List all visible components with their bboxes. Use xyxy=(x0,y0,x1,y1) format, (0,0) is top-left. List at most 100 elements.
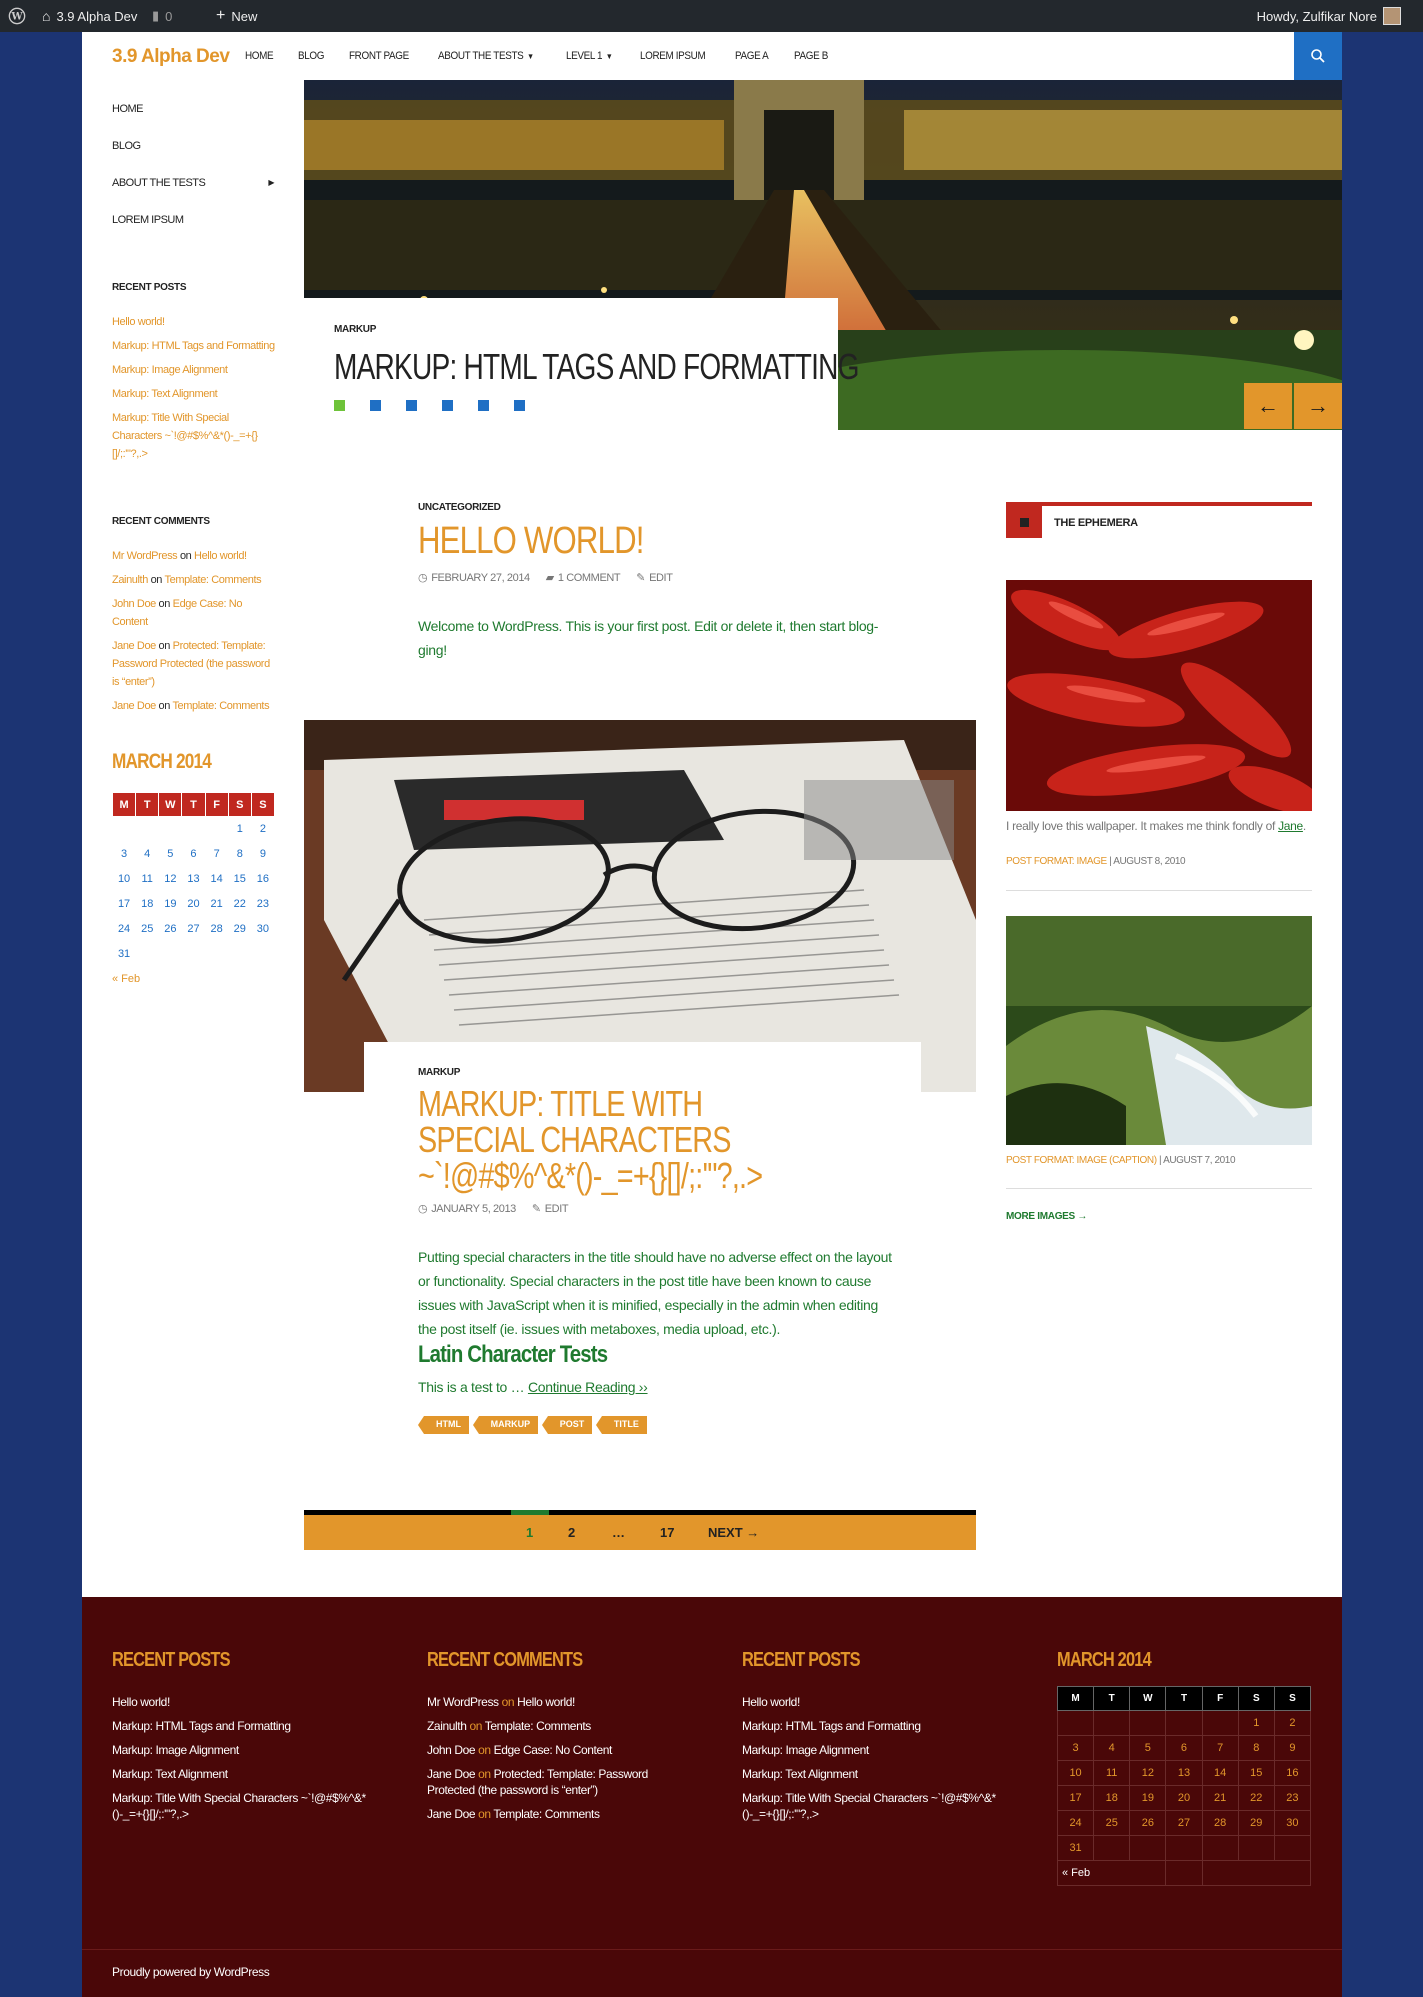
footer-post-link[interactable]: Markup: Image Alignment xyxy=(112,1742,372,1758)
post-edit-link[interactable]: EDIT xyxy=(545,1203,569,1215)
comment-post-link[interactable]: Template: Comments xyxy=(485,1719,592,1733)
nav-blog[interactable]: BLOG xyxy=(298,50,324,62)
comment-author[interactable]: Jane Doe xyxy=(112,700,156,712)
post-edit-link[interactable]: EDIT xyxy=(649,572,673,584)
comment-post-link[interactable]: Template: Comments xyxy=(493,1807,600,1821)
featured-title[interactable]: MARKUP: HTML TAGS AND FORMATTING xyxy=(334,346,860,388)
slider-next-button[interactable]: → xyxy=(1294,383,1342,429)
footer-post-link[interactable]: Markup: HTML Tags and Formatting xyxy=(742,1718,1002,1734)
post-title[interactable]: MARKUP: TITLE WITH SPECIAL CHARACTERS ~`… xyxy=(418,1086,786,1194)
comment-author[interactable]: John Doe xyxy=(112,598,156,610)
footer-post-link[interactable]: Markup: Title With Special Characters ~`… xyxy=(112,1790,372,1822)
footer-post-link[interactable]: Markup: Text Alignment xyxy=(112,1766,372,1782)
comment-author[interactable]: Mr WordPress xyxy=(112,550,178,562)
recent-post-link[interactable]: Markup: HTML Tags and Formatting xyxy=(112,337,277,355)
featured-category[interactable]: MARKUP xyxy=(334,324,376,335)
comment-post-link[interactable]: Template: Comments xyxy=(165,574,262,586)
slider-dot[interactable] xyxy=(406,400,417,411)
comment-author[interactable]: Jane Doe xyxy=(427,1767,476,1781)
calendar-empty-cell xyxy=(205,817,228,842)
site-title[interactable]: 3.9 Alpha Dev xyxy=(112,46,230,68)
admin-new-link[interactable]: + New xyxy=(216,0,257,32)
admin-comments-link[interactable]: ▮ 0 xyxy=(152,0,172,32)
slider-dot[interactable] xyxy=(442,400,453,411)
recent-post-link[interactable]: Markup: Text Alignment xyxy=(112,385,277,403)
caret-right-icon: ▶ xyxy=(268,178,274,187)
caret-down-icon: ▼ xyxy=(606,52,613,61)
comment-author[interactable]: Jane Doe xyxy=(112,640,156,652)
left-nav-lorem[interactable]: LOREM IPSUM xyxy=(112,201,274,238)
next-page-link[interactable]: NEXT → xyxy=(708,1525,759,1540)
comment-author[interactable]: Zainulth xyxy=(427,1719,467,1733)
continue-reading-link[interactable]: Continue Reading ›› xyxy=(528,1379,648,1395)
search-button[interactable] xyxy=(1294,32,1342,80)
tag-link[interactable]: POST xyxy=(541,1416,593,1434)
tag-link[interactable]: TITLE xyxy=(595,1416,647,1434)
slider-dot[interactable] xyxy=(514,400,525,411)
post-category[interactable]: UNCATEGORIZED xyxy=(418,502,898,513)
recent-post-link[interactable]: Hello world! xyxy=(112,313,277,331)
left-nav-blog[interactable]: BLOG xyxy=(112,127,274,164)
slider-dot[interactable] xyxy=(370,400,381,411)
post-category[interactable]: MARKUP xyxy=(418,1067,898,1078)
comment-author[interactable]: Zainulth xyxy=(112,574,148,586)
calendar-day: 18 xyxy=(1093,1785,1131,1811)
tag-link[interactable]: MARKUP xyxy=(472,1416,539,1434)
day-header: W xyxy=(158,792,183,817)
admin-account[interactable]: Howdy, Zulfikar Nore xyxy=(1257,0,1401,32)
comment-author[interactable]: Jane Doe xyxy=(427,1807,476,1821)
caption-link[interactable]: Jane xyxy=(1278,819,1303,833)
nav-page-a[interactable]: PAGE A xyxy=(735,50,769,62)
post-date[interactable]: FEBRUARY 27, 2014 xyxy=(431,572,530,584)
admin-site-link[interactable]: ⌂ 3.9 Alpha Dev xyxy=(42,0,137,32)
comment-post-link[interactable]: Edge Case: No Content xyxy=(494,1743,613,1757)
ephemera-date[interactable]: AUGUST 8, 2010 xyxy=(1113,856,1185,867)
post-format-link[interactable]: POST FORMAT: IMAGE xyxy=(1006,856,1107,867)
comment-post-link[interactable]: Hello world! xyxy=(194,550,247,562)
post-format-link[interactable]: POST FORMAT: IMAGE (CAPTION) xyxy=(1006,1155,1157,1166)
footer-post-link[interactable]: Markup: Title With Special Characters ~`… xyxy=(742,1790,1002,1822)
tag-link[interactable]: HTML xyxy=(418,1416,469,1434)
admin-bar: W ⌂ 3.9 Alpha Dev ▮ 0 + New Howdy, Zulfi… xyxy=(0,0,1423,32)
slider-dot[interactable] xyxy=(478,400,489,411)
post-date[interactable]: JANUARY 5, 2013 xyxy=(431,1203,516,1215)
comment-author[interactable]: John Doe xyxy=(427,1743,476,1757)
calendar-prev-link[interactable]: « Feb xyxy=(1056,1860,1167,1886)
nav-page-b[interactable]: PAGE B xyxy=(794,50,828,62)
footer-post-link[interactable]: Hello world! xyxy=(742,1694,1002,1710)
day-header: S xyxy=(250,792,276,817)
calendar-empty-cell xyxy=(1129,1710,1167,1736)
calendar-day: 19 xyxy=(1129,1785,1167,1811)
footer-post-link[interactable]: Hello world! xyxy=(112,1694,372,1710)
nav-home[interactable]: HOME xyxy=(245,50,274,62)
more-images-link[interactable]: MORE IMAGES → xyxy=(1006,1211,1087,1222)
nav-front-page[interactable]: FRONT PAGE xyxy=(349,50,409,62)
nav-level1[interactable]: LEVEL 1 ▼ xyxy=(566,50,613,62)
post-comments-link[interactable]: 1 COMMENT xyxy=(558,572,621,584)
calendar-week-row: 17 18 19 20 21 22 23 xyxy=(1056,1785,1312,1811)
nav-lorem-ipsum[interactable]: LOREM IPSUM xyxy=(640,50,706,62)
comment-author[interactable]: Mr WordPress xyxy=(427,1695,499,1709)
wordpress-logo-icon[interactable]: W xyxy=(8,0,26,32)
footer-credit-link[interactable]: Proudly powered by WordPress xyxy=(112,1965,270,1979)
left-nav-about[interactable]: ABOUT THE TESTS ▶ xyxy=(112,164,274,201)
footer-post-link[interactable]: Markup: Image Alignment xyxy=(742,1742,1002,1758)
footer-post-link[interactable]: Markup: HTML Tags and Formatting xyxy=(112,1718,372,1734)
ephemera-date[interactable]: AUGUST 7, 2010 xyxy=(1163,1155,1235,1166)
recent-post-link[interactable]: Markup: Title With Special Characters ~`… xyxy=(112,409,277,463)
ephemera-image-peppers[interactable] xyxy=(1006,580,1312,811)
comment-post-link[interactable]: Hello world! xyxy=(517,1695,575,1709)
recent-post-link[interactable]: Markup: Image Alignment xyxy=(112,361,277,379)
nav-about-tests[interactable]: ABOUT THE TESTS ▼ xyxy=(438,50,534,62)
comment-post-link[interactable]: Template: Comments xyxy=(172,700,269,712)
slider-prev-button[interactable]: ← xyxy=(1244,383,1292,429)
page-number-link[interactable]: 17 xyxy=(660,1525,674,1540)
left-nav-home[interactable]: HOME xyxy=(112,90,274,127)
slider-dot-active[interactable] xyxy=(334,400,345,411)
page-number-link[interactable]: 2 xyxy=(568,1525,575,1540)
calendar-prev-link[interactable]: « Feb xyxy=(112,973,277,985)
ephemera-image-water[interactable] xyxy=(1006,916,1312,1145)
post-thumbnail-glasses[interactable] xyxy=(304,720,976,1092)
footer-post-link[interactable]: Markup: Text Alignment xyxy=(742,1766,1002,1782)
post-title[interactable]: HELLO WORLD! xyxy=(418,521,812,561)
